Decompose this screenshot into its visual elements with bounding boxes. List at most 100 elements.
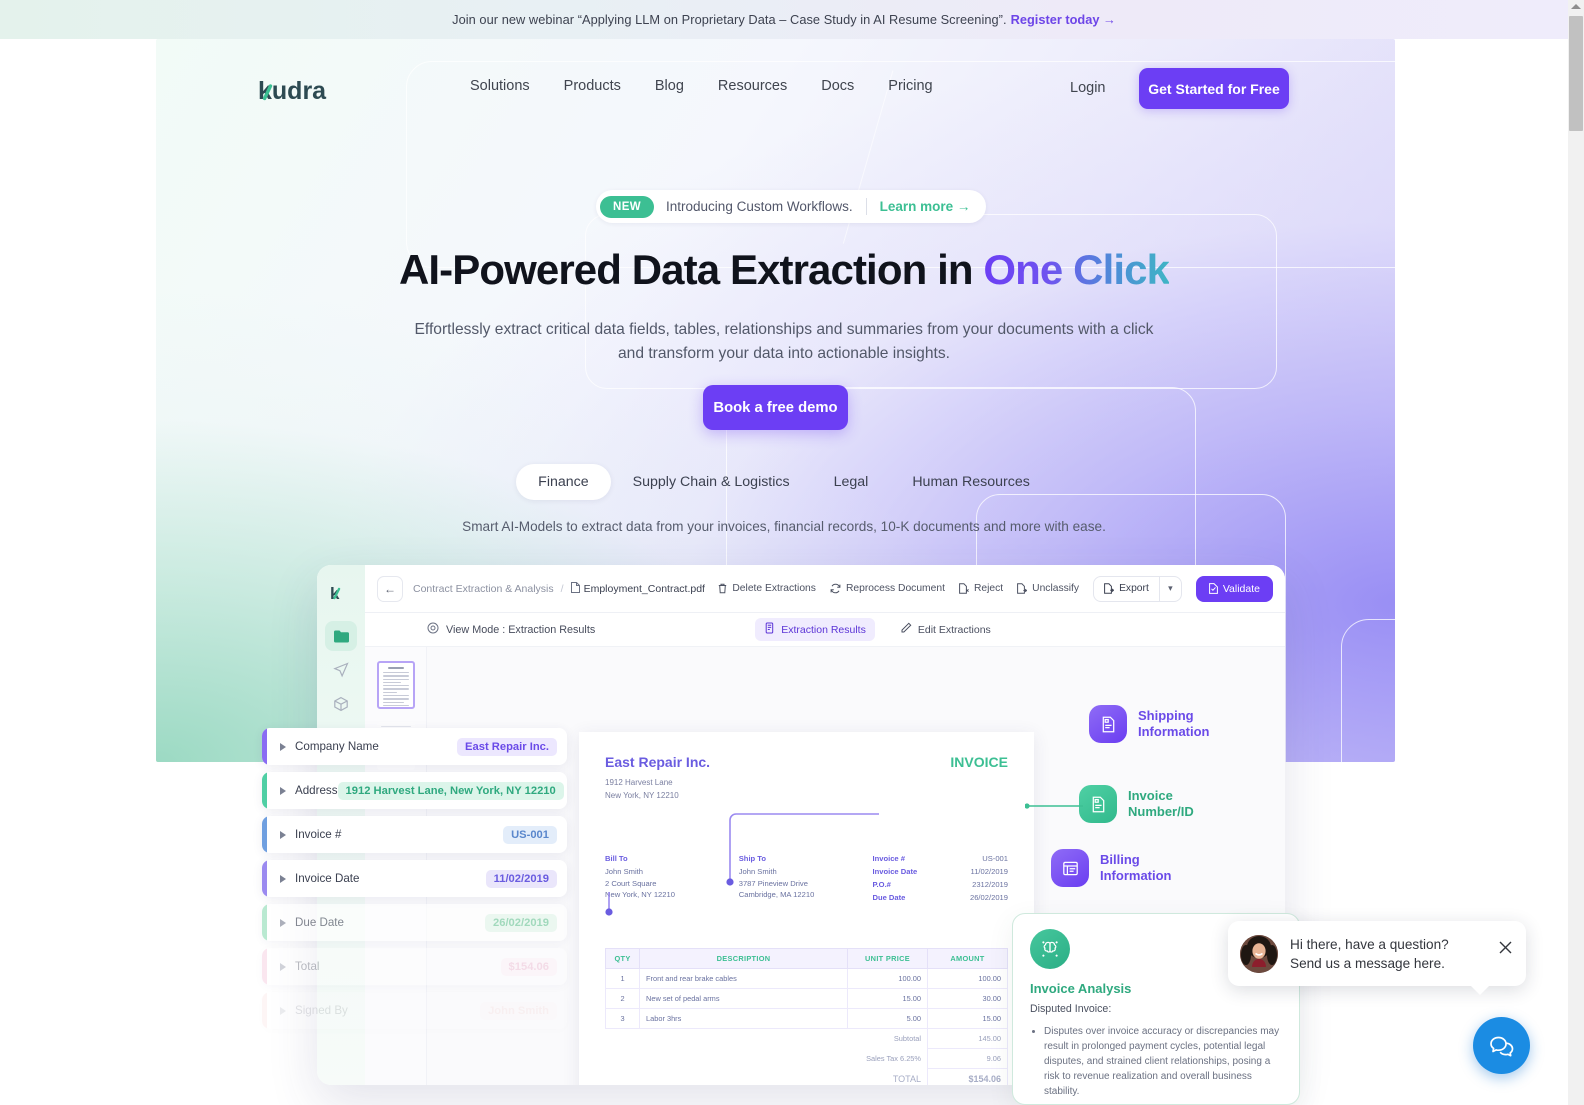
expand-caret-icon[interactable] [280, 962, 286, 971]
book-demo-button[interactable]: Book a free demo [703, 385, 848, 430]
info-card-invoice-number-id[interactable]: Invoice Number/ID [1079, 785, 1194, 823]
sidebar-item-folder[interactable] [325, 621, 357, 651]
tab-legal[interactable]: Legal [812, 464, 891, 500]
hero-subtitle: Effortlessly extract critical data field… [0, 318, 1568, 365]
info-card-label: Billing Information [1100, 852, 1172, 884]
tab-supply-chain[interactable]: Supply Chain & Logistics [611, 464, 812, 500]
expand-caret-icon[interactable] [280, 918, 286, 927]
reject-button[interactable]: Reject [959, 583, 1003, 594]
export-button[interactable]: Export [1094, 577, 1159, 601]
info-line-2: Number/ID [1128, 804, 1194, 819]
expand-caret-icon[interactable] [280, 742, 286, 751]
get-started-button[interactable]: Get Started for Free [1139, 68, 1289, 109]
field-row-invoice-date[interactable]: Invoice Date 11/02/2019 [262, 860, 567, 897]
scroll-up-arrow[interactable] [1571, 2, 1581, 10]
nav-item-solutions[interactable]: Solutions [470, 78, 530, 94]
info-card-label: Shipping Information [1138, 708, 1210, 740]
learn-more-link[interactable]: Learn more → [880, 199, 971, 214]
cell-qty: 3 [605, 1008, 640, 1029]
expand-caret-icon[interactable] [280, 786, 286, 795]
scrollbar-thumb[interactable] [1569, 16, 1583, 131]
analysis-bullet: Disputes over invoice accuracy or discre… [1044, 1024, 1282, 1099]
decorative-outline [1341, 619, 1584, 879]
page-scrollbar[interactable] [1568, 0, 1584, 1105]
field-row-total[interactable]: Total $154.06 [262, 948, 567, 985]
billing-list-icon [1051, 849, 1089, 887]
field-value: 1912 Harvest Lane, New York, NY 12210 [337, 781, 564, 800]
landing-page: Join our new webinar “Applying LLM on Pr… [0, 0, 1584, 1105]
unclassify-button[interactable]: Unclassify [1017, 583, 1079, 594]
meta-key: Invoice Date [872, 867, 918, 876]
sidebar-item-models[interactable] [325, 689, 357, 719]
page-thumbnail[interactable] [377, 661, 415, 709]
toolbar-actions: Delete Extractions Reprocess Document Re… [718, 575, 1273, 602]
tax-row: Sales Tax 6.25% 9.06 [606, 1048, 1008, 1069]
info-line-2: Information [1138, 724, 1210, 739]
nav-item-resources[interactable]: Resources [718, 78, 787, 94]
kudra-logo[interactable]: kudra [258, 74, 338, 110]
headline-main: AI-Powered Data Extraction in [398, 246, 984, 293]
delete-extractions-label: Delete Extractions [732, 583, 816, 594]
field-value: $154.06 [500, 957, 557, 976]
invoice-doc-label: INVOICE [950, 754, 1008, 770]
nav-item-blog[interactable]: Blog [655, 78, 684, 94]
cell-description: Front and rear brake cables [639, 968, 848, 989]
tax-label: Sales Tax 6.25% [866, 1054, 921, 1063]
field-accent-bar [262, 728, 267, 765]
info-line-1: Invoice [1128, 788, 1173, 803]
table-header-row: QTY DESCRIPTION UNIT PRICE AMOUNT [605, 948, 1008, 969]
field-row-due-date[interactable]: Due Date 26/02/2019 [262, 904, 567, 941]
table-row: 3 Labor 3hrs 5.00 15.00 [605, 1008, 1008, 1029]
chat-prompt-bubble[interactable]: Hi there, have a question? Send us a mes… [1228, 921, 1526, 995]
invoice-line-items-table: QTY DESCRIPTION UNIT PRICE AMOUNT 1 Fron… [605, 948, 1008, 1085]
sidebar-item-send[interactable] [325, 655, 357, 685]
subtotal-row: Subtotal 145.00 [606, 1028, 1008, 1049]
ship-to-label: Ship To [738, 854, 767, 863]
tab-edit-extractions[interactable]: Edit Extractions [891, 618, 1000, 641]
tab-finance[interactable]: Finance [516, 464, 611, 500]
delete-extractions-button[interactable]: Delete Extractions [718, 583, 816, 594]
chevron-down-icon[interactable]: ▾ [1158, 576, 1181, 601]
nav-item-products[interactable]: Products [564, 78, 621, 94]
headline-accent: One Click [983, 246, 1170, 293]
divider [865, 198, 867, 215]
expand-caret-icon[interactable] [280, 874, 286, 883]
field-row-invoice-number[interactable]: Invoice # US-001 [262, 816, 567, 853]
total-row: TOTAL $154.06 [606, 1068, 1008, 1085]
login-link[interactable]: Login [1070, 80, 1105, 96]
app-subtoolbar: View Mode : Extraction Results Extractio… [365, 613, 1285, 647]
close-icon[interactable] [1498, 940, 1513, 955]
info-card-billing-information[interactable]: Billing Information [1051, 849, 1172, 887]
field-row-signed-by[interactable]: Signed By John Smith [262, 992, 567, 1029]
info-card-shipping-information[interactable]: Shipping Information [1089, 705, 1210, 743]
chat-launcher-button[interactable] [1473, 1017, 1530, 1074]
page-title: AI-Powered Data Extraction in One Click [0, 246, 1568, 294]
field-accent-bar [262, 772, 267, 809]
invoice-company-address: 1912 Harvest Lane New York, NY 12210 [605, 777, 1008, 802]
back-button[interactable]: ← [377, 575, 403, 602]
announcement-pill[interactable]: NEW Introducing Custom Workflows. Learn … [596, 190, 987, 223]
ship-to-street: 3787 Pineview Drive [738, 878, 808, 888]
industry-tabs: Finance Supply Chain & Logistics Legal H… [0, 464, 1568, 500]
register-today-link[interactable]: Register today → [1011, 12, 1116, 27]
nav-item-docs[interactable]: Docs [821, 78, 854, 94]
cell-price: 100.00 [847, 968, 928, 989]
field-accent-bar [262, 904, 267, 941]
field-value: 26/02/2019 [485, 913, 557, 932]
field-row-address[interactable]: Address 1912 Harvest Lane, New York, NY … [262, 772, 567, 809]
expand-caret-icon[interactable] [280, 1006, 286, 1015]
tab-extraction-results[interactable]: Extraction Results [755, 618, 875, 641]
tab-human-resources[interactable]: Human Resources [890, 464, 1052, 500]
field-label: Invoice Date [295, 872, 360, 885]
nav-item-pricing[interactable]: Pricing [888, 78, 932, 94]
expand-caret-icon[interactable] [280, 830, 286, 839]
shipping-document-icon [1089, 705, 1127, 743]
breadcrumb-root[interactable]: Contract Extraction & Analysis [413, 583, 554, 595]
field-row-company-name[interactable]: Company Name East Repair Inc. [262, 728, 567, 765]
pill-text: Introducing Custom Workflows. [666, 199, 853, 214]
field-accent-bar [262, 860, 267, 897]
validate-button[interactable]: Validate [1195, 575, 1273, 602]
cell-description: Labor 3hrs [639, 1008, 848, 1029]
extracted-fields-panel: Company Name East Repair Inc. Address 19… [262, 728, 567, 1036]
reprocess-document-button[interactable]: Reprocess Document [830, 583, 945, 594]
